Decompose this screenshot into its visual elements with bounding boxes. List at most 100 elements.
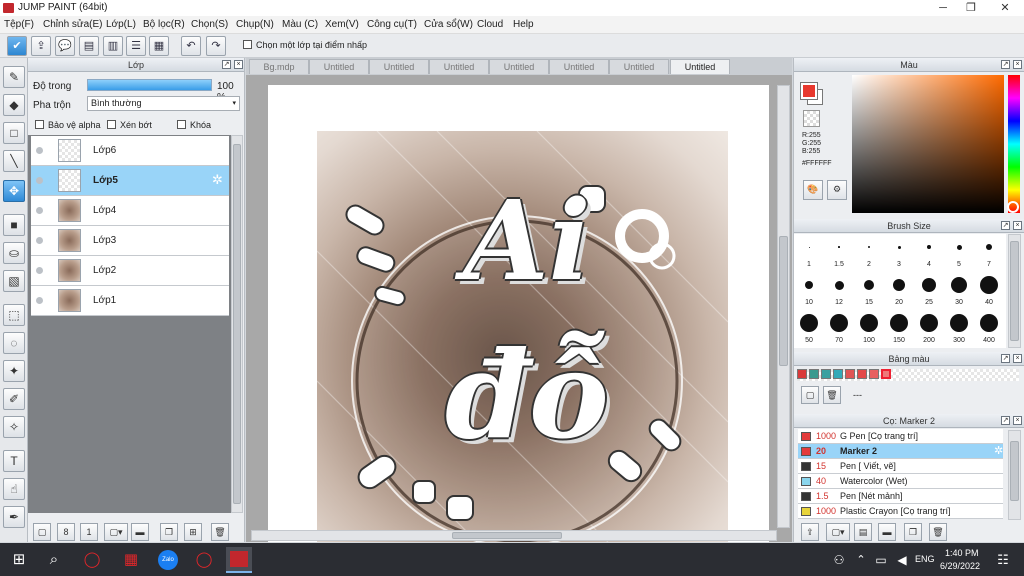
undock-icon[interactable]: ↗ (1001, 416, 1010, 425)
layer-row-5[interactable]: Lớp5 ✲ (31, 166, 229, 196)
grid-check-icon[interactable]: ▦ (149, 36, 169, 56)
panel-close-icon[interactable]: × (1013, 60, 1022, 69)
vertical-scrollbar[interactable] (777, 85, 790, 528)
menu-edit[interactable]: Chỉnh sửa(E) (43, 19, 103, 30)
pen-tool-icon[interactable]: ✎ (3, 66, 25, 88)
palette-swatch[interactable] (857, 369, 867, 379)
brush-item[interactable]: 15 Pen [ Viết, vẽ] (798, 459, 1003, 474)
menu-cloud[interactable]: Cloud (477, 19, 503, 30)
hue-handle[interactable] (1007, 201, 1019, 213)
new-1bit-layer-icon[interactable]: 1 (80, 523, 98, 541)
brush-add-icon[interactable]: ⇪ (801, 523, 819, 541)
tab-bg[interactable]: Bg.mdp (249, 59, 309, 74)
brush-size-dot[interactable] (927, 245, 931, 249)
panel-close-icon[interactable]: × (1013, 221, 1022, 230)
palette-swatch[interactable] (869, 369, 879, 379)
menu-view[interactable]: Xem(V) (325, 19, 359, 30)
clip-checkbox[interactable]: Xén bớt (107, 120, 152, 130)
palette-swatch[interactable] (821, 369, 831, 379)
minimize-button[interactable]: ─ (928, 0, 958, 16)
trash-icon[interactable]: 🗑 (211, 523, 229, 541)
tab-untitled-1[interactable]: Untitled (309, 59, 369, 74)
undock-icon[interactable]: ↗ (1001, 60, 1010, 69)
palette-swatch[interactable] (845, 369, 855, 379)
menu-file[interactable]: Tệp(F) (4, 19, 34, 30)
magic-wand-tool-icon[interactable]: ✦ (3, 360, 25, 382)
tab-untitled-3[interactable]: Untitled (429, 59, 489, 74)
brush-size-dot[interactable] (986, 244, 992, 250)
menu-help[interactable]: Help (513, 19, 534, 30)
brush-item[interactable]: 20 Marker 2 ✲ (798, 444, 1003, 459)
text-box-icon[interactable]: ▤ (79, 36, 99, 56)
jump-paint-taskbar-icon[interactable] (226, 547, 252, 573)
palette-swatch[interactable] (797, 369, 807, 379)
speech-bubble-icon[interactable]: 💬 (55, 36, 75, 56)
lasso-tool-icon[interactable]: ◌ (3, 332, 25, 354)
move-tool-icon[interactable]: ✥ (3, 180, 25, 202)
visibility-icon[interactable] (36, 297, 43, 304)
cloud-check-icon[interactable]: ✔ (7, 36, 27, 56)
menu-window[interactable]: Cửa sổ(W) (424, 19, 473, 30)
brush-size-dot[interactable] (980, 276, 998, 294)
brush-size-dot[interactable] (950, 314, 968, 332)
fill-rect-tool-icon[interactable]: ■ (3, 214, 25, 236)
new-palette-icon[interactable]: ▢ (801, 386, 819, 404)
select-eraser-tool-icon[interactable]: ✧ (3, 416, 25, 438)
undock-icon[interactable]: ↗ (1001, 354, 1010, 363)
tab-untitled-5[interactable]: Untitled (549, 59, 609, 74)
brush-size-dot[interactable] (800, 314, 818, 332)
app-grid-icon[interactable]: ▦ (118, 547, 144, 573)
undock-icon[interactable]: ↗ (222, 60, 231, 69)
merge-layer-icon[interactable]: ⊞ (184, 523, 202, 541)
gear-icon[interactable]: ✲ (212, 172, 223, 188)
tab-untitled-active[interactable]: Untitled (670, 59, 730, 74)
brush-list-scrollbar[interactable] (1008, 430, 1021, 520)
brush-copy-icon[interactable]: ▤ (854, 523, 872, 541)
brush-size-dot[interactable] (951, 277, 967, 293)
scroll-thumb[interactable] (779, 236, 788, 366)
brush-duplicate-icon[interactable]: ❐ (904, 523, 922, 541)
brush-size-dot[interactable] (956, 244, 962, 250)
undock-icon[interactable]: ↗ (1001, 221, 1010, 230)
brush-folder-icon[interactable]: ▬ (878, 523, 896, 541)
brush-item[interactable]: 1000 Plastic Crayon [Cọ trang trí] (798, 504, 1003, 519)
folder-icon[interactable]: ▬ (131, 523, 149, 541)
palette-swatch[interactable] (809, 369, 819, 379)
rect-select-tool-icon[interactable]: ⬚ (3, 304, 25, 326)
text-tool-icon[interactable]: T (3, 450, 25, 472)
export-icon[interactable]: ⇪ (31, 36, 51, 56)
layer-row-3[interactable]: Lớp3 (31, 226, 229, 256)
eyedropper-tool-icon[interactable]: ✒ (3, 506, 25, 528)
menu-tools[interactable]: Công cụ(T) (367, 19, 417, 30)
new-8bit-layer-icon[interactable]: 8 (57, 523, 75, 541)
operation-tool-icon[interactable]: ☝ (3, 478, 25, 500)
undo-icon[interactable]: ↶ (181, 36, 201, 56)
menu-filter[interactable]: Bộ lọc(R) (143, 19, 185, 30)
new-layer-icon[interactable]: ▢ (33, 523, 51, 541)
brush-item[interactable]: 40 Watercolor (Wet) (798, 474, 1003, 489)
tab-untitled-4[interactable]: Untitled (489, 59, 549, 74)
brush-size-dot[interactable] (893, 279, 905, 291)
layer-row-1[interactable]: Lớp1 (31, 286, 229, 316)
brush-item[interactable]: 1.5 Pen [Nét mảnh] (798, 489, 1003, 504)
layer-scrollbar[interactable] (231, 135, 243, 513)
blend-mode-select[interactable]: Bình thường ▾ (87, 96, 240, 111)
visibility-icon[interactable] (36, 147, 43, 154)
color-settings-icon[interactable]: ⚙ (827, 180, 847, 200)
brush-size-dot[interactable] (922, 278, 936, 292)
layer-row-2[interactable]: Lớp2 (31, 256, 229, 286)
gradient-tool-icon[interactable]: ▧ (3, 270, 25, 292)
visibility-icon[interactable] (36, 267, 43, 274)
menu-select[interactable]: Chọn(S) (191, 19, 228, 30)
foreground-color-swatch[interactable] (800, 82, 818, 100)
pick-layer-checkbox[interactable]: Chọn một lớp tại điểm nhấp (243, 40, 367, 50)
lock-checkbox[interactable]: Khóa (177, 120, 211, 130)
bucket-tool-icon[interactable]: ⛀ (3, 242, 25, 264)
transparent-color-swatch[interactable] (803, 110, 820, 127)
search-icon[interactable]: ⌕ (41, 547, 67, 573)
horizontal-scrollbar[interactable] (251, 530, 777, 541)
protect-alpha-checkbox[interactable]: Bảo vệ alpha (35, 120, 101, 130)
brush-menu-icon[interactable]: ▢▾ (826, 523, 850, 541)
tab-untitled-6[interactable]: Untitled (609, 59, 669, 74)
scroll-thumb[interactable] (1010, 241, 1019, 341)
